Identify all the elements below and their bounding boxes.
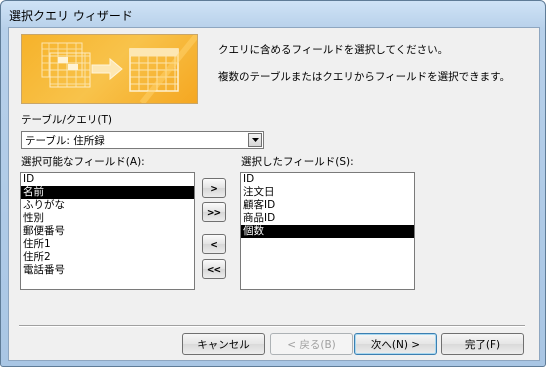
add-field-button[interactable]: >	[202, 178, 226, 198]
selected-fields-label: 選択したフィールド(S):	[241, 156, 354, 168]
back-button[interactable]: < 戻る(B)	[270, 333, 353, 355]
button-separator	[19, 325, 525, 327]
selected-fields-list[interactable]: ID 注文日 顧客ID 商品ID 個数	[240, 172, 415, 290]
table-arrow-illustration	[41, 35, 197, 103]
table-query-label: テーブル/クエリ(T)	[21, 114, 113, 126]
available-fields-label: 選択可能なフィールド(A):	[21, 156, 145, 168]
wizard-header-image	[21, 34, 198, 104]
list-item-selected[interactable]: 個数	[241, 225, 414, 238]
list-item[interactable]: 顧客ID	[241, 199, 414, 212]
list-item[interactable]: 商品ID	[241, 212, 414, 225]
cancel-button[interactable]: キャンセル	[182, 333, 265, 355]
list-item[interactable]: ふりがな	[21, 199, 194, 212]
wizard-window: 選択クエリ ウィザード クエリに含めるフィールドを選択してください。 複数のテー…	[0, 0, 546, 367]
next-button[interactable]: 次へ(N) >	[354, 333, 437, 355]
instruction-text: クエリに含めるフィールドを選択してください。	[218, 44, 449, 56]
window-title: 選択クエリ ウィザード	[9, 9, 133, 23]
list-item[interactable]: 注文日	[241, 186, 414, 199]
list-item[interactable]: ID	[21, 173, 194, 186]
list-item-selected[interactable]: 名前	[21, 186, 194, 199]
remove-all-fields-button[interactable]: <<	[202, 259, 226, 279]
add-all-fields-button[interactable]: >>	[202, 202, 226, 222]
dropdown-arrow-icon[interactable]	[248, 133, 262, 147]
available-fields-list[interactable]: ID 名前 ふりがな 性別 郵便番号 住所1 住所2 電話番号	[20, 172, 195, 290]
list-item[interactable]: 住所2	[21, 251, 194, 264]
list-item[interactable]: 住所1	[21, 238, 194, 251]
remove-field-button[interactable]: <	[202, 234, 226, 254]
instruction-subtext: 複数のテーブルまたはクエリからフィールドを選択できます。	[218, 71, 511, 83]
list-item[interactable]: 性別	[21, 212, 194, 225]
wizard-body: クエリに含めるフィールドを選択してください。 複数のテーブルまたはクエリからフィ…	[8, 27, 540, 361]
finish-button[interactable]: 完了(F)	[441, 333, 524, 355]
list-item[interactable]: 電話番号	[21, 264, 194, 277]
list-item[interactable]: ID	[241, 173, 414, 186]
table-query-combobox[interactable]: テーブル: 住所録	[21, 131, 264, 149]
table-query-value: テーブル: 住所録	[25, 135, 105, 147]
list-item[interactable]: 郵便番号	[21, 225, 194, 238]
